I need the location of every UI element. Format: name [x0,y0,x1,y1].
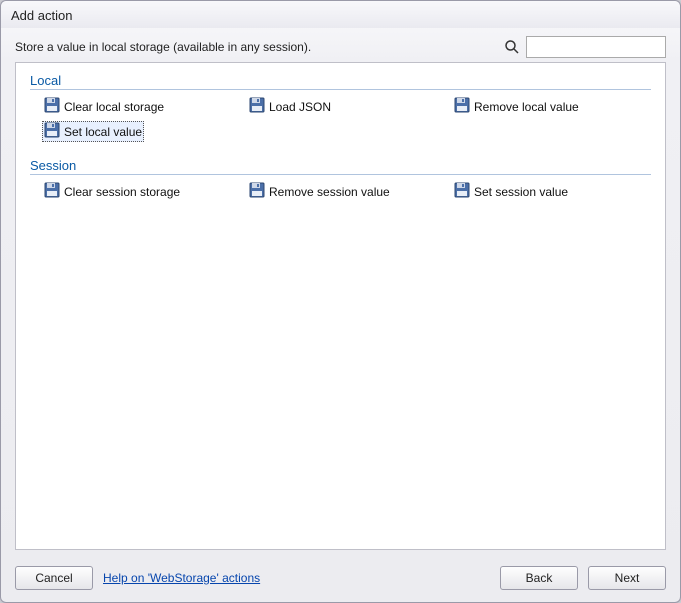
disk-icon [44,97,60,116]
disk-icon [249,182,265,201]
action-label: Load JSON [269,100,331,114]
footer: Cancel Help on 'WebStorage' actions Back… [1,558,680,602]
action-label: Clear session storage [64,185,180,199]
action-label: Remove session value [269,185,390,199]
group-header-session: Session [30,158,651,175]
content-panel: Local Clear local storage [15,62,666,550]
next-button[interactable]: Next [588,566,666,590]
action-label: Remove local value [474,100,579,114]
action-load-json[interactable]: Load JSON [247,96,446,117]
group-header-local: Local [30,73,651,90]
dialog-title: Add action [11,8,72,23]
description-row: Store a value in local storage (availabl… [1,28,680,62]
group-grid-session: Clear session storage Remove session val… [30,181,651,202]
dialog-window: Add action Store a value in local storag… [0,0,681,603]
help-link[interactable]: Help on 'WebStorage' actions [103,571,260,585]
action-label: Set session value [474,185,568,199]
back-button[interactable]: Back [500,566,578,590]
search-input[interactable] [526,36,666,58]
group-local: Local Clear local storage [30,73,651,142]
disk-icon [44,122,60,141]
action-remove-local-value[interactable]: Remove local value [452,96,651,117]
action-remove-session-value[interactable]: Remove session value [247,181,446,202]
action-clear-local-storage[interactable]: Clear local storage [42,96,241,117]
action-label: Set local value [64,125,142,139]
action-label: Clear local storage [64,100,164,114]
disk-icon [454,97,470,116]
disk-icon [454,182,470,201]
group-session: Session Clear session storage [30,158,651,202]
action-set-session-value[interactable]: Set session value [452,181,651,202]
disk-icon [44,182,60,201]
action-clear-session-storage[interactable]: Clear session storage [42,181,241,202]
search-icon [504,39,520,55]
description-text: Store a value in local storage (availabl… [15,40,504,54]
title-bar: Add action [1,1,680,28]
disk-icon [249,97,265,116]
group-grid-local: Clear local storage Load JSON [30,96,651,142]
cancel-button[interactable]: Cancel [15,566,93,590]
action-set-local-value[interactable]: Set local value [42,121,144,142]
